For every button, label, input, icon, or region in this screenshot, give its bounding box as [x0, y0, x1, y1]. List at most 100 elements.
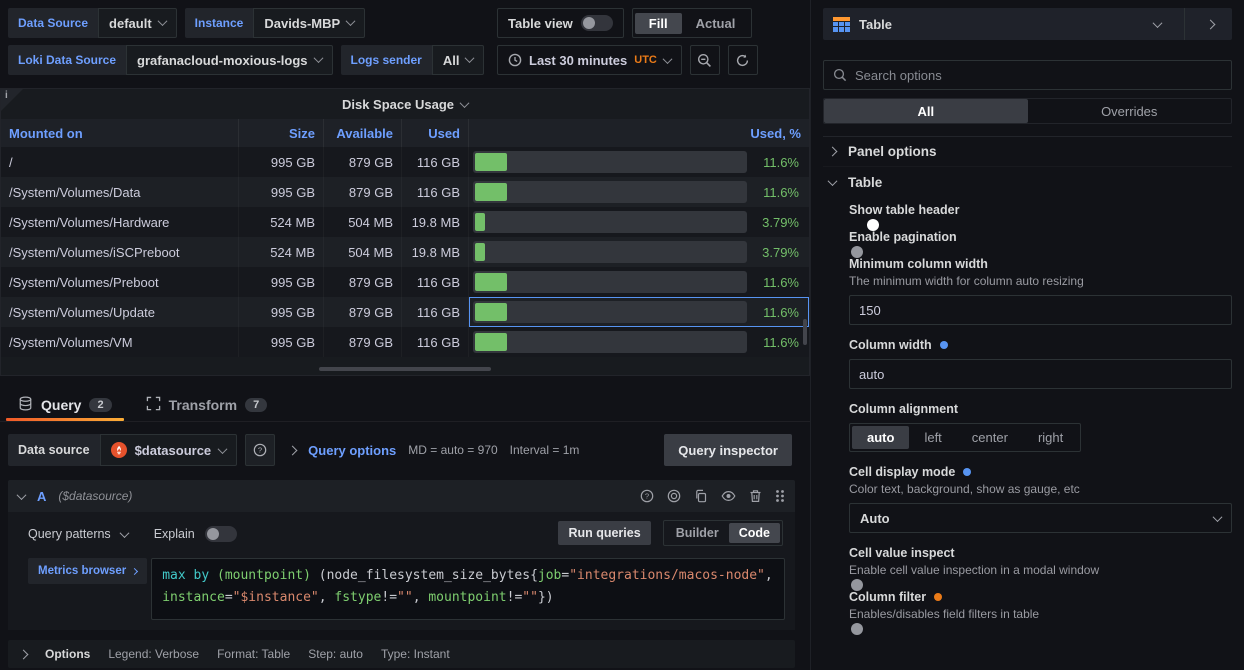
- divider: [1184, 8, 1185, 40]
- time-range-label: Last 30 minutes: [529, 53, 627, 68]
- gauge-track: [473, 211, 747, 233]
- horizontal-scrollbar: [1, 367, 809, 371]
- column-filter-label: Column filter: [849, 590, 926, 604]
- cell-size: 524 MB: [239, 237, 324, 267]
- tab-all[interactable]: All: [824, 99, 1028, 123]
- panel-info-corner[interactable]: i: [1, 89, 23, 111]
- table-row[interactable]: / 995 GB 879 GB 116 GB 11.6%: [1, 147, 809, 177]
- cell-display-mode-value: Auto: [860, 511, 890, 526]
- actual-button[interactable]: Actual: [682, 13, 750, 34]
- format-setting: Format: Table: [217, 647, 290, 661]
- explain-label: Explain: [154, 527, 195, 541]
- copy-icon[interactable]: [694, 489, 708, 503]
- cell-display-mode-select[interactable]: Auto: [849, 503, 1232, 533]
- explain-toggle[interactable]: [205, 526, 237, 542]
- option-column-alignment: Column alignment auto left center right: [849, 402, 1232, 452]
- cell-available: 504 MB: [324, 237, 402, 267]
- max-data-points-text: MD = auto = 970: [408, 443, 497, 457]
- column-header-used[interactable]: Used: [402, 119, 469, 147]
- panel-title: Disk Space Usage: [342, 97, 454, 112]
- panel-options-section[interactable]: Panel options: [823, 137, 1232, 167]
- chevron-right-icon[interactable]: [19, 649, 29, 659]
- table-row[interactable]: /System/Volumes/Data 995 GB 879 GB 116 G…: [1, 177, 809, 207]
- refresh-icon: [735, 53, 750, 68]
- table-section-title: Table: [848, 175, 882, 190]
- eye-icon[interactable]: [721, 489, 736, 503]
- column-header-used-pct[interactable]: Used, %: [469, 119, 809, 147]
- query-options-link[interactable]: Query options: [308, 443, 396, 458]
- promql-code-editor[interactable]: max by (mountpoint) (node_filesystem_siz…: [151, 558, 785, 620]
- column-width-input[interactable]: [849, 359, 1232, 389]
- datasource-help-button[interactable]: ?: [245, 434, 275, 466]
- collapse-chevron-icon[interactable]: [17, 490, 27, 500]
- table-row[interactable]: /System/Volumes/iSCPreboot 524 MB 504 MB…: [1, 237, 809, 267]
- fill-actual-group: Fill Actual: [632, 8, 753, 38]
- cell-used: 19.8 MB: [402, 207, 469, 237]
- search-options-input[interactable]: [855, 68, 1222, 83]
- query-row-card: A ($datasource) ? Query patterns: [8, 480, 795, 630]
- table-view-toggle[interactable]: [581, 15, 613, 31]
- table-row[interactable]: /System/Volumes/Hardware 524 MB 504 MB 1…: [1, 207, 809, 237]
- alignment-center-button[interactable]: center: [957, 426, 1023, 449]
- tab-query[interactable]: Query 2: [14, 388, 116, 421]
- datasource-dropdown[interactable]: $datasource: [100, 434, 238, 466]
- cell-mounted-on: /System/Volumes/Preboot: [1, 267, 239, 297]
- loki-data-source-dropdown[interactable]: grafanacloud-moxious-logs: [126, 45, 332, 75]
- table-row[interactable]: /System/Volumes/VM 995 GB 879 GB 116 GB …: [1, 327, 809, 357]
- run-queries-button[interactable]: Run queries: [558, 521, 650, 545]
- target-icon[interactable]: [667, 489, 681, 503]
- collapse-pane-button[interactable]: [1194, 8, 1228, 40]
- cell-size: 995 GB: [239, 177, 324, 207]
- table-row[interactable]: /System/Volumes/Preboot 995 GB 879 GB 11…: [1, 267, 809, 297]
- table-section[interactable]: Table: [823, 167, 1232, 197]
- table-row[interactable]: /System/Volumes/Update 995 GB 879 GB 116…: [1, 297, 809, 327]
- help-icon[interactable]: ?: [640, 489, 654, 503]
- option-show-table-header: Show table header: [849, 203, 1232, 217]
- chevron-down-icon: [662, 54, 672, 64]
- option-column-width: Column width: [849, 338, 1232, 389]
- zoom-out-button[interactable]: [690, 45, 720, 75]
- gauge-value: 11.6%: [757, 275, 799, 290]
- code-button[interactable]: Code: [729, 523, 780, 543]
- vertical-scrollbar-thumb[interactable]: [803, 319, 807, 345]
- fill-button[interactable]: Fill: [635, 13, 682, 34]
- gauge-track: [473, 181, 747, 203]
- options-label[interactable]: Options: [45, 647, 90, 661]
- query-row-body: Query patterns Explain Run queries Build…: [8, 512, 795, 630]
- gauge-track: [473, 331, 747, 353]
- alignment-auto-button[interactable]: auto: [852, 426, 909, 449]
- refresh-button[interactable]: [728, 45, 758, 75]
- trash-icon[interactable]: [749, 489, 762, 503]
- chevron-right-icon[interactable]: [288, 445, 298, 455]
- cell-available: 879 GB: [324, 297, 402, 327]
- column-header-available[interactable]: Available: [324, 119, 402, 147]
- query-inspector-button[interactable]: Query inspector: [664, 434, 792, 466]
- cell-available: 879 GB: [324, 177, 402, 207]
- cell-mounted-on: /: [1, 147, 239, 177]
- horizontal-scrollbar-thumb[interactable]: [319, 367, 491, 371]
- logs-sender-dropdown[interactable]: All: [432, 45, 485, 75]
- tab-overrides[interactable]: Overrides: [1028, 99, 1232, 123]
- gauge-value: 3.79%: [757, 215, 799, 230]
- metrics-browser-button[interactable]: Metrics browser: [28, 558, 147, 584]
- tab-query-label: Query: [41, 397, 81, 413]
- tab-transform[interactable]: Transform 7: [142, 388, 272, 421]
- drag-handle-icon[interactable]: [775, 489, 785, 503]
- column-header-mounted-on[interactable]: Mounted on: [1, 119, 239, 147]
- visualization-picker[interactable]: Table: [823, 8, 1232, 40]
- alignment-right-button[interactable]: right: [1023, 426, 1078, 449]
- panel-title-menu[interactable]: Disk Space Usage: [1, 89, 809, 119]
- alignment-left-button[interactable]: left: [909, 426, 956, 449]
- query-patterns-dropdown[interactable]: Query patterns: [28, 527, 128, 541]
- instance-dropdown[interactable]: Davids-MBP: [253, 8, 365, 38]
- chevron-down-icon: [313, 53, 323, 63]
- column-header-size[interactable]: Size: [239, 119, 324, 147]
- chevron-down-icon: [218, 444, 228, 454]
- loki-data-source-value: grafanacloud-moxious-logs: [137, 53, 307, 68]
- builder-button[interactable]: Builder: [666, 523, 729, 543]
- query-row-header[interactable]: A ($datasource) ?: [8, 480, 795, 512]
- data-source-dropdown[interactable]: default: [98, 8, 177, 38]
- time-range-picker[interactable]: Last 30 minutes UTC: [497, 45, 682, 75]
- cell-display-mode-desc: Color text, background, show as gauge, e…: [849, 482, 1232, 496]
- min-column-width-input[interactable]: [849, 295, 1232, 325]
